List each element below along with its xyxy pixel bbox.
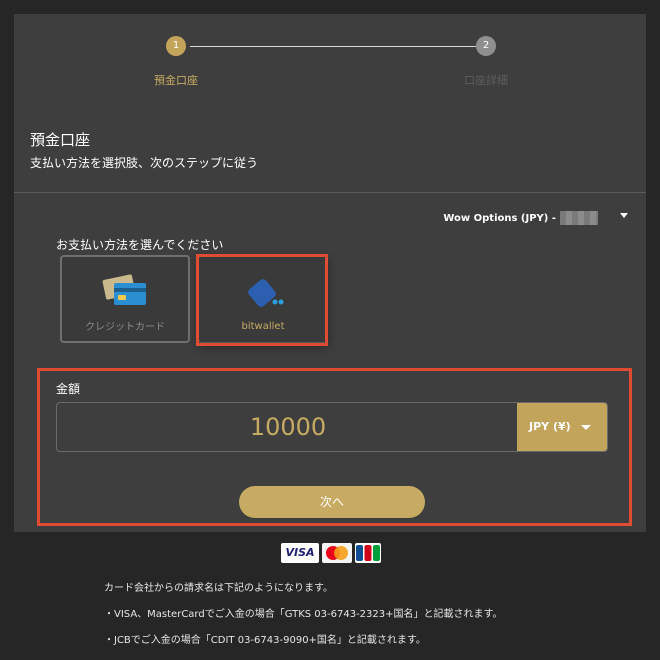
masked-account-number [560, 211, 598, 225]
step-1-indicator: 1 [166, 36, 186, 56]
credit-card-label: クレジットカード [85, 322, 165, 333]
step-1-label: 預金口座 [154, 74, 198, 87]
account-label: Wow Options (JPY) - [443, 212, 556, 224]
billing-note-visa-mastercard: ・VISA、MasterCardでご入金の場合「GTKS 03-6743-232… [104, 609, 503, 620]
card-brand-logos: VISA [281, 543, 381, 563]
step-2-indicator: 2 [476, 36, 496, 56]
jcb-logo [355, 543, 381, 563]
billing-notes: カード会社からの請求名は下記のようになります。 ・VISA、MasterCard… [104, 576, 503, 654]
page-title: 預金口座 [30, 131, 91, 149]
step-2-label: 口座詳細 [464, 74, 508, 87]
bitwallet-highlight-frame [196, 254, 328, 346]
billing-note-jcb: ・JCBでご入金の場合「CDIT 03-6743-9090+国名」と記載されます… [104, 635, 426, 646]
stepper: 1 2 預金口座 口座詳細 [14, 36, 646, 106]
payment-method-title: お支払い方法を選んでください [56, 238, 224, 252]
mastercard-logo [322, 543, 352, 563]
stepper-line [190, 46, 488, 47]
divider [14, 192, 646, 193]
chevron-down-icon[interactable] [620, 213, 628, 218]
jcb-icon [356, 545, 380, 561]
amount-highlight-frame [37, 368, 632, 526]
payment-method-credit-card[interactable]: クレジットカード [60, 255, 190, 343]
account-select[interactable]: Wow Options (JPY) - [443, 211, 598, 225]
credit-card-icon [102, 274, 146, 305]
visa-logo: VISA [281, 543, 319, 563]
page-subtitle: 支払い方法を選択肢、次のステップに従う [30, 156, 259, 170]
mastercard-icon [326, 546, 348, 560]
billing-note-intro: カード会社からの請求名は下記のようになります。 [104, 583, 333, 594]
